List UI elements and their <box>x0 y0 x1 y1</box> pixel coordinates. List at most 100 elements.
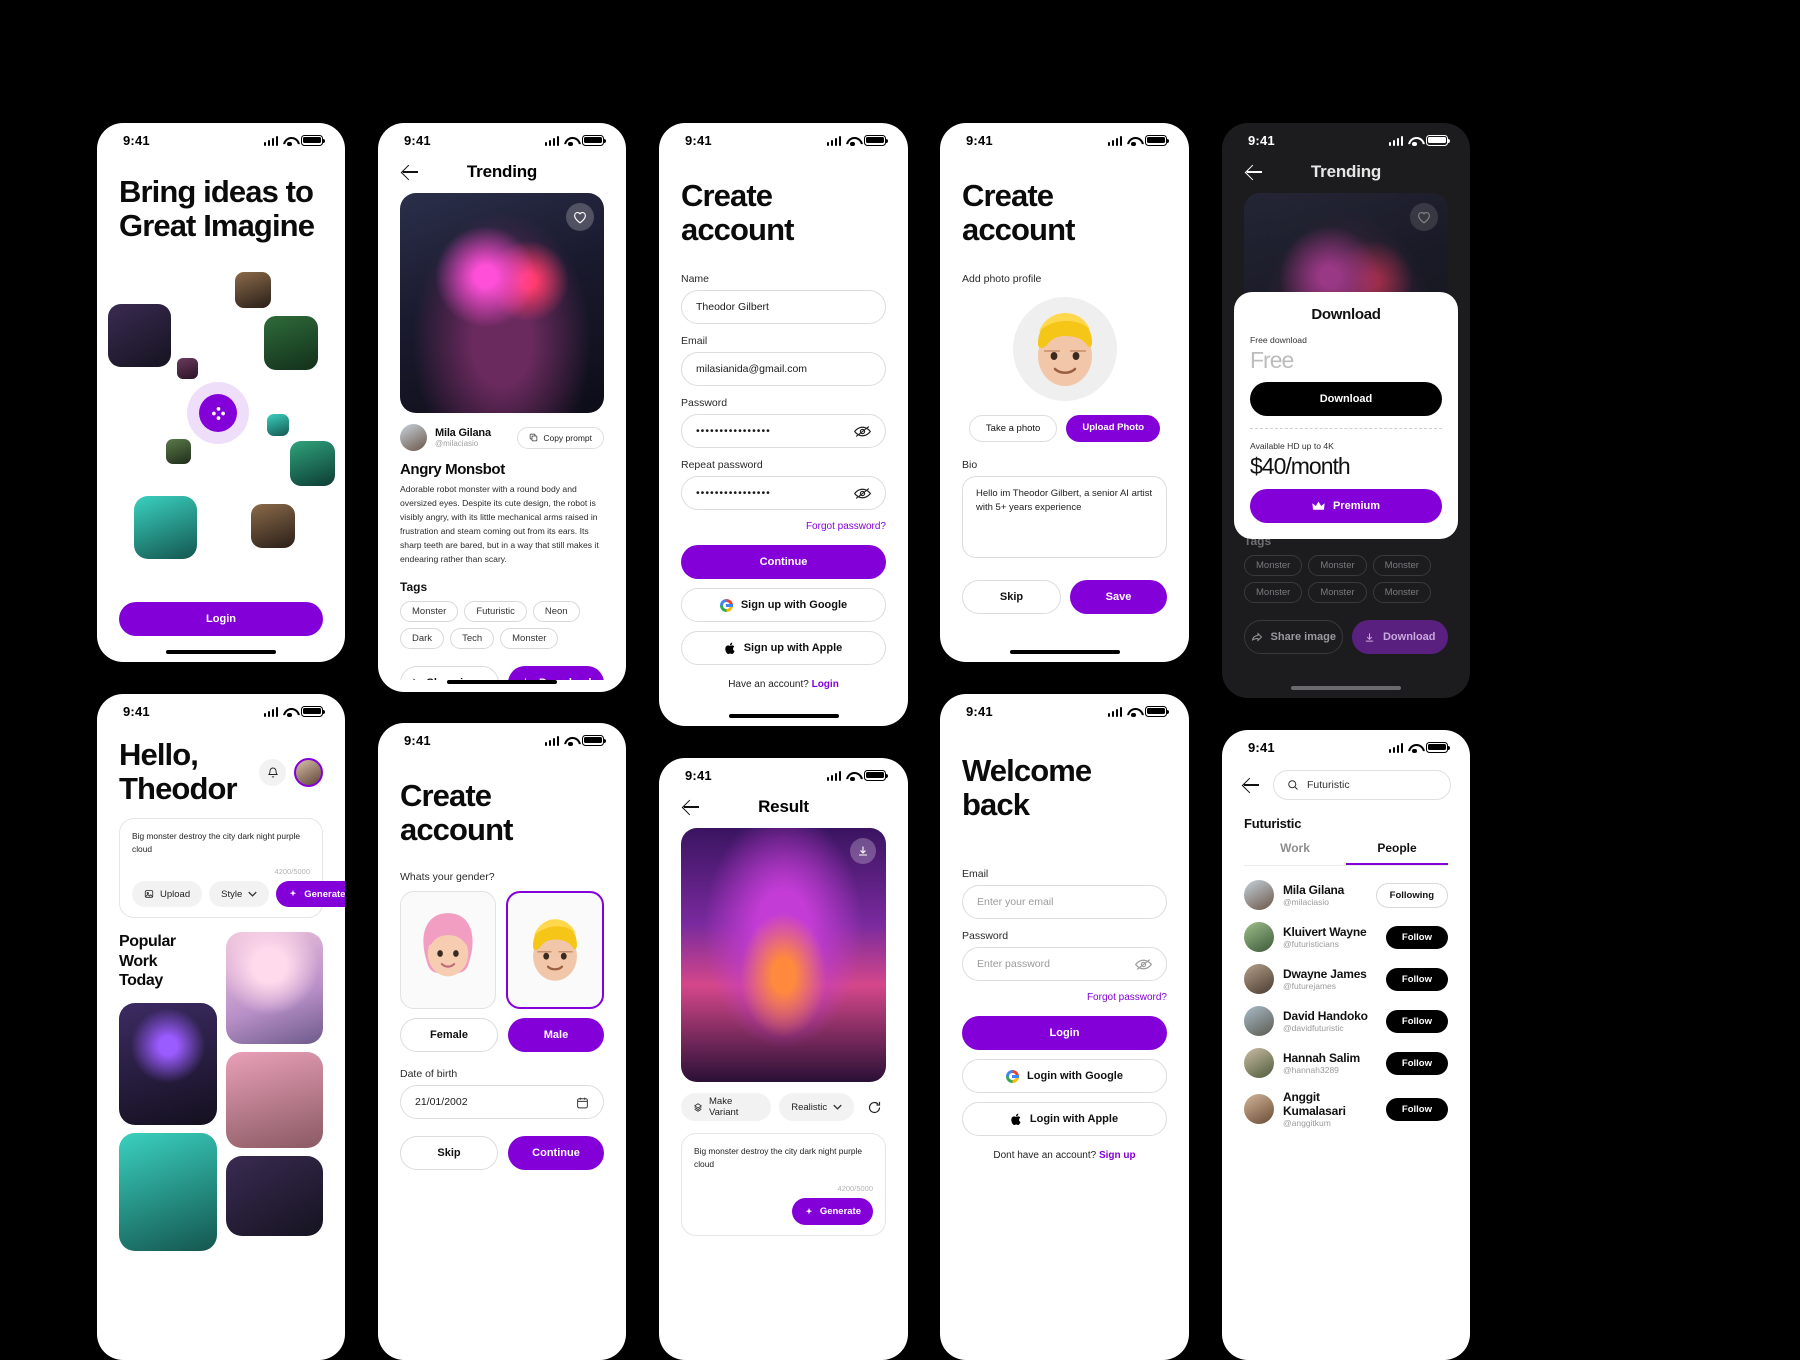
search-input[interactable]: Futuristic <box>1273 770 1451 800</box>
modal-download-button[interactable]: Download <box>1250 382 1442 416</box>
list-item[interactable]: Mila Gilana @milaciasio Following <box>1244 874 1448 916</box>
password-input[interactable]: •••••••••••••••• <box>681 414 886 449</box>
login-button[interactable]: Login <box>119 601 323 636</box>
avatar[interactable] <box>1244 1094 1274 1124</box>
continue-button[interactable]: Continue <box>681 545 886 580</box>
list-item[interactable]: Kluivert Wayne @futuristicians Follow <box>1244 916 1448 958</box>
list-item[interactable]: Hannah Salim @hannah3289 Follow <box>1244 1042 1448 1084</box>
tag-chip[interactable]: Monster <box>1244 582 1303 604</box>
avatar[interactable] <box>1244 1048 1274 1078</box>
share-image-button[interactable]: Share image <box>400 665 499 680</box>
following-button[interactable]: Following <box>1375 882 1448 908</box>
google-signup-button[interactable]: Sign up with Google <box>681 588 886 623</box>
forgot-password-link[interactable]: Forgot password? <box>681 521 886 532</box>
tag-chip[interactable]: Tech <box>450 627 495 649</box>
login-button[interactable]: Login <box>962 1016 1167 1051</box>
bio-textarea[interactable]: Hello im Theodor Gilbert, a senior AI ar… <box>962 476 1167 559</box>
work-card[interactable] <box>119 1002 217 1125</box>
back-arrow-icon[interactable] <box>1241 774 1263 796</box>
name-input[interactable]: Theodor Gilbert <box>681 290 886 325</box>
list-item[interactable]: Dwayne James @futurejames Follow <box>1244 958 1448 1000</box>
apple-signup-button[interactable]: Sign up with Apple <box>681 631 886 666</box>
back-arrow-icon[interactable] <box>681 796 703 818</box>
tab-work[interactable]: Work <box>1244 841 1346 865</box>
generate-button[interactable]: Generate <box>276 881 345 908</box>
list-item[interactable]: David Handoko @davidfuturistic Follow <box>1244 1000 1448 1042</box>
work-card[interactable] <box>225 1052 323 1149</box>
follow-button[interactable]: Follow <box>1385 1051 1448 1075</box>
bg-download-button[interactable]: Download <box>1351 620 1448 655</box>
gender-card-male[interactable] <box>506 891 604 1010</box>
avatar[interactable] <box>1244 880 1274 910</box>
favorite-button[interactable] <box>1410 203 1438 231</box>
tag-chip[interactable]: Monster <box>1308 555 1367 577</box>
download-button[interactable]: Download <box>507 665 604 680</box>
eye-off-icon[interactable] <box>1135 958 1152 971</box>
favorite-button[interactable] <box>566 203 594 231</box>
upload-photo-button[interactable]: Upload Photo <box>1066 415 1161 443</box>
download-icon-button[interactable] <box>850 838 876 864</box>
tab-people[interactable]: People <box>1346 841 1448 865</box>
realistic-dropdown[interactable]: Realistic <box>779 1093 855 1121</box>
gallery-thumb-small3[interactable] <box>267 414 289 437</box>
male-button[interactable]: Male <box>508 1018 604 1053</box>
gallery-thumb-small1[interactable] <box>177 358 198 380</box>
follow-button[interactable]: Follow <box>1385 967 1448 991</box>
google-login-button[interactable]: Login with Google <box>962 1059 1167 1094</box>
avatar[interactable] <box>1244 964 1274 994</box>
tag-chip[interactable]: Monster <box>500 627 559 649</box>
email-input[interactable]: milasianida@gmail.com <box>681 352 886 387</box>
tag-chip[interactable]: Monster <box>1308 582 1367 604</box>
back-arrow-icon[interactable] <box>1244 161 1266 183</box>
follow-button[interactable]: Follow <box>1385 1097 1448 1121</box>
gallery-thumb-small2[interactable] <box>166 439 191 465</box>
avatar[interactable] <box>400 424 427 451</box>
avatar[interactable] <box>1244 922 1274 952</box>
premium-button[interactable]: Premium <box>1250 489 1442 523</box>
skip-button[interactable]: Skip <box>962 580 1061 615</box>
gender-card-female[interactable] <box>400 891 496 1010</box>
eye-off-icon[interactable] <box>854 425 871 438</box>
female-button[interactable]: Female <box>400 1018 498 1053</box>
follow-button[interactable]: Follow <box>1385 1009 1448 1033</box>
artwork-image[interactable] <box>400 193 604 413</box>
skip-button[interactable]: Skip <box>400 1136 498 1171</box>
list-item[interactable]: Anggit Kumalasari @anggitkum Follow <box>1244 1084 1448 1134</box>
generate-button[interactable]: Generate <box>791 1198 873 1226</box>
notification-button[interactable] <box>259 758 286 786</box>
work-card[interactable] <box>119 1132 217 1251</box>
tag-chip[interactable]: Monster <box>1244 555 1303 577</box>
result-image[interactable] <box>681 828 886 1082</box>
bg-share-button[interactable]: Share image <box>1244 620 1343 655</box>
gallery-thumb-soldier[interactable] <box>264 316 318 371</box>
copy-prompt-button[interactable]: Copy prompt <box>517 426 604 449</box>
continue-button[interactable]: Continue <box>508 1136 604 1171</box>
take-photo-button[interactable]: Take a photo <box>968 415 1058 443</box>
tag-chip[interactable]: Monster <box>1372 555 1431 577</box>
login-link[interactable]: Login <box>812 679 839 690</box>
email-input[interactable]: Enter your email <box>962 885 1167 920</box>
forgot-password-link[interactable]: Forgot password? <box>962 992 1167 1003</box>
avatar[interactable] <box>1244 1006 1274 1036</box>
tag-chip[interactable]: Monster <box>400 600 459 622</box>
gallery-thumb-green[interactable] <box>290 441 335 487</box>
tag-chip[interactable]: Neon <box>532 600 580 622</box>
gallery-thumb-monsbot[interactable] <box>108 304 171 368</box>
tag-chip[interactable]: Futuristic <box>464 600 527 622</box>
follow-button[interactable]: Follow <box>1385 925 1448 949</box>
prompt-input[interactable]: Big monster destroy the city dark night … <box>132 830 310 855</box>
password-input[interactable]: Enter password <box>962 947 1167 982</box>
style-button[interactable]: Style <box>209 881 270 908</box>
gallery-thumb-city[interactable] <box>235 272 271 309</box>
gallery-thumb-furry[interactable] <box>134 496 197 560</box>
upload-button[interactable]: Upload <box>132 881 203 908</box>
profile-avatar[interactable] <box>1012 297 1117 402</box>
refresh-button[interactable] <box>862 1094 886 1120</box>
work-card[interactable] <box>225 932 323 1045</box>
gallery-thumb-city2[interactable] <box>251 504 295 549</box>
tag-chip[interactable]: Dark <box>400 627 445 649</box>
eye-off-icon[interactable] <box>854 487 871 500</box>
signup-link[interactable]: Sign up <box>1099 1150 1136 1161</box>
make-variant-button[interactable]: Make Variant <box>681 1093 772 1121</box>
dob-input[interactable]: 21/01/2002 <box>400 1085 604 1120</box>
